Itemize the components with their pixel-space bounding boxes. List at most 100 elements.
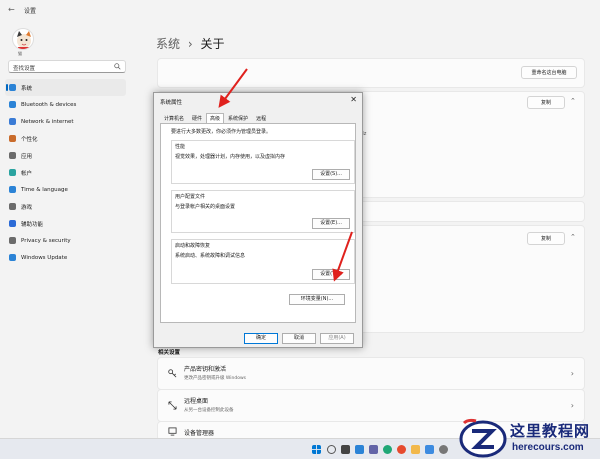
dialog-tabs: 计算机名 硬件 高级 系统保护 远程 bbox=[160, 113, 270, 123]
performance-group: 性能 视觉效果，处理器计划，内存使用，以及虚拟内存 设置(S)... bbox=[171, 140, 355, 184]
task-view-icon[interactable] bbox=[341, 445, 350, 454]
user-name: 猫 bbox=[18, 51, 22, 56]
search-placeholder: 查找设置 bbox=[13, 66, 36, 72]
tab-system-protection[interactable]: 系统保护 bbox=[224, 113, 252, 123]
sidebar-item[interactable]: Network & internet bbox=[5, 113, 126, 130]
chevron-right-icon: › bbox=[570, 401, 574, 410]
sidebar-item-label: 游戏 bbox=[21, 204, 33, 211]
group-title: 性能 bbox=[175, 144, 186, 150]
page-title: 关于 bbox=[200, 37, 225, 51]
sidebar-item-label: Bluetooth & devices bbox=[21, 101, 77, 108]
sidebar-item[interactable]: Privacy & security bbox=[5, 232, 126, 249]
sidebar-item-label: Windows Update bbox=[21, 254, 68, 261]
watermark-title: 这里教程网 bbox=[510, 422, 591, 440]
ok-button[interactable]: 确定 bbox=[244, 333, 278, 344]
search-taskbar-icon[interactable] bbox=[327, 445, 336, 454]
settings-gear-icon[interactable] bbox=[439, 445, 448, 454]
performance-settings-button[interactable]: 设置(S)... bbox=[312, 169, 350, 180]
sidebar-item[interactable]: Bluetooth & devices bbox=[5, 96, 126, 113]
sidebar-item[interactable]: 辅助功能 bbox=[5, 215, 126, 232]
user-profiles-settings-button[interactable]: 设置(E)... bbox=[312, 218, 350, 229]
tab-hardware[interactable]: 硬件 bbox=[188, 113, 206, 123]
sidebar-item[interactable]: Windows Update bbox=[5, 249, 126, 266]
collapse-specs-chevron-icon[interactable]: ⌃ bbox=[570, 97, 576, 105]
update-icon bbox=[9, 254, 16, 261]
device-manager-icon bbox=[168, 427, 177, 436]
sidebar-item[interactable]: Time & language bbox=[5, 181, 126, 198]
watermark-url: herecours.com bbox=[512, 442, 584, 453]
title-bar: ← 设置 bbox=[0, 0, 600, 20]
system-properties-dialog: 系统属性 ✕ 计算机名 硬件 高级 系统保护 远程 要进行大多数更改，你必须作为… bbox=[153, 92, 363, 348]
related-settings-heading: 相关设置 bbox=[158, 350, 181, 356]
chat-icon[interactable] bbox=[369, 445, 378, 454]
wifi-icon bbox=[9, 118, 16, 125]
person-icon bbox=[9, 169, 16, 176]
related-item-title: 远程桌面 bbox=[184, 398, 209, 405]
key-icon bbox=[168, 369, 177, 378]
group-title: 启动和故障恢复 bbox=[175, 243, 211, 249]
search-input[interactable]: 查找设置 bbox=[8, 60, 126, 73]
sidebar-item-label: 应用 bbox=[21, 153, 33, 160]
related-item-title: 产品密钥和激活 bbox=[184, 366, 227, 373]
remote-icon bbox=[168, 401, 177, 410]
group-title: 用户配置文件 bbox=[175, 194, 206, 200]
tab-advanced[interactable]: 高级 bbox=[206, 113, 225, 123]
breadcrumb-parent[interactable]: 系统 bbox=[156, 37, 180, 51]
sidebar-item-label: 辅助功能 bbox=[21, 221, 44, 228]
chrome-icon[interactable] bbox=[397, 445, 406, 454]
copy-windows-specs-button[interactable]: 复制 bbox=[527, 232, 565, 245]
cancel-button[interactable]: 取消 bbox=[282, 333, 316, 344]
tab-remote[interactable]: 远程 bbox=[252, 113, 270, 123]
environment-variables-button[interactable]: 环境变量(N)... bbox=[289, 294, 345, 305]
related-item-desc: 更改产品密钥或升级 Windows bbox=[184, 376, 247, 381]
avatar[interactable] bbox=[12, 28, 34, 50]
rename-pc-button[interactable]: 重命名这台电脑 bbox=[521, 66, 577, 79]
shield-icon bbox=[9, 237, 16, 244]
sidebar-item[interactable]: 游戏 bbox=[5, 198, 126, 215]
sidebar-item[interactable]: 帐户 bbox=[5, 164, 126, 181]
sidebar-item-label: Time & language bbox=[21, 186, 68, 193]
startup-recovery-group: 启动和故障恢复 系统启动、系统故障和调试信息 设置(T)... bbox=[171, 239, 355, 284]
back-arrow-icon[interactable]: ← bbox=[8, 5, 15, 14]
related-item-desc: 从另一台设备控制此设备 bbox=[184, 408, 234, 413]
breadcrumb-separator: › bbox=[187, 37, 193, 51]
sidebar-nav: 系统 Bluetooth & devices Network & internet 个… bbox=[5, 79, 126, 266]
copy-specs-button[interactable]: 复制 bbox=[527, 96, 565, 109]
admin-note: 要进行大多数更改，你必须作为管理员登录。 bbox=[171, 129, 272, 135]
user-profiles-group: 用户配置文件 与登录帐户相关的桌面设置 设置(E)... bbox=[171, 190, 355, 233]
close-icon[interactable]: ✕ bbox=[350, 95, 357, 104]
sidebar-item-label: 个性化 bbox=[21, 136, 38, 143]
brush-icon bbox=[9, 135, 16, 142]
startup-settings-button[interactable]: 设置(T)... bbox=[312, 269, 350, 280]
sidebar-item-label: Privacy & security bbox=[21, 237, 71, 244]
advanced-tab-pane: 要进行大多数更改，你必须作为管理员登录。 性能 视觉效果，处理器计划，内存使用，… bbox=[160, 123, 356, 323]
sidebar-item-label: 帐户 bbox=[21, 170, 33, 177]
accessibility-icon bbox=[9, 220, 16, 227]
sidebar-item[interactable]: 应用 bbox=[5, 147, 126, 164]
search-icon bbox=[114, 63, 121, 70]
store-icon[interactable] bbox=[425, 445, 434, 454]
globe-icon bbox=[9, 186, 16, 193]
tab-computer-name[interactable]: 计算机名 bbox=[160, 113, 188, 123]
collapse-windows-chevron-icon[interactable]: ⌃ bbox=[570, 233, 576, 241]
sidebar-item-label: 系统 bbox=[21, 85, 33, 92]
apply-button[interactable]: 应用(A) bbox=[320, 333, 354, 344]
related-item-title: 设备管理器 bbox=[184, 430, 215, 437]
group-desc: 系统启动、系统故障和调试信息 bbox=[175, 253, 246, 259]
cat-avatar-icon bbox=[17, 31, 31, 49]
bluetooth-icon bbox=[9, 101, 16, 108]
widgets-icon[interactable] bbox=[355, 445, 364, 454]
watermark-logo-icon bbox=[459, 418, 507, 458]
dialog-title: 系统属性 bbox=[160, 100, 183, 106]
sidebar-item[interactable]: 系统 bbox=[5, 79, 126, 96]
group-desc: 视觉效果，处理器计划，内存使用，以及虚拟内存 bbox=[175, 154, 286, 160]
file-explorer-icon[interactable] bbox=[411, 445, 420, 454]
gamepad-icon bbox=[9, 203, 16, 210]
sidebar-item[interactable]: 个性化 bbox=[5, 130, 126, 147]
group-desc: 与登录帐户相关的桌面设置 bbox=[175, 204, 236, 210]
edge-icon[interactable] bbox=[383, 445, 392, 454]
watermark: 这里教程网 herecours.com bbox=[458, 417, 600, 459]
start-windows-icon[interactable] bbox=[312, 445, 321, 454]
sidebar-item-label: Network & internet bbox=[21, 118, 74, 125]
related-item-activation[interactable]: 产品密钥和激活 更改产品密钥或升级 Windows › bbox=[157, 357, 585, 390]
